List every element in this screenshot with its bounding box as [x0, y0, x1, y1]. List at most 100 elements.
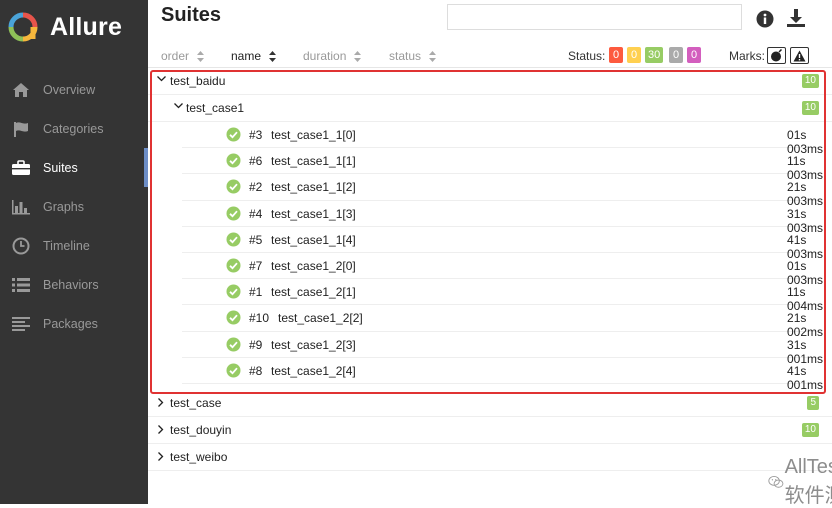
test-index: 2	[787, 311, 794, 326]
nav-item-overview[interactable]: Overview	[0, 70, 148, 109]
test-name: test_case1_2[4]	[271, 363, 356, 378]
status-skipped-badge[interactable]: 0	[669, 47, 683, 63]
sort-status[interactable]: status	[389, 49, 437, 63]
sort-label: name	[231, 49, 262, 63]
test-case-row[interactable]: #5 test_case1_1[4] 41s 003ms	[182, 227, 823, 261]
count-badge: 10	[801, 101, 819, 115]
sort-order[interactable]: order	[161, 49, 205, 63]
chevron-right-icon	[158, 424, 164, 434]
chevron-down-icon	[157, 76, 166, 82]
test-case-row[interactable]: #3 test_case1_1[0] 01s 003ms	[182, 122, 823, 156]
sort-name[interactable]: name	[231, 49, 277, 63]
count-badge: 10	[801, 422, 819, 437]
count-badge: 10	[801, 74, 819, 88]
passed-check-icon	[226, 363, 241, 378]
nav-label: Suites	[43, 160, 78, 175]
suite-row[interactable]: test_weibo	[148, 444, 832, 471]
test-number: #6	[249, 154, 263, 169]
test-index: 3	[787, 337, 794, 352]
test-case-row[interactable]: #6 test_case1_1[1] 11s 003ms	[182, 148, 823, 182]
align-left-icon	[11, 315, 31, 333]
nav-item-behaviors[interactable]: Behaviors	[0, 265, 148, 304]
bar-chart-icon	[11, 198, 31, 216]
test-number: #3	[249, 128, 263, 142]
sort-arrows-icon	[269, 50, 277, 62]
suite-row[interactable]: test_baidu 10	[148, 68, 832, 95]
test-case-row[interactable]: #9 test_case1_2[3] 31s 001ms	[182, 332, 823, 366]
suite-row[interactable]: test_case1 10	[148, 95, 832, 122]
status-filter-label: Status:	[568, 49, 606, 63]
test-index: 0	[787, 128, 794, 142]
test-name: test_case1_2[1]	[271, 285, 356, 300]
test-case-row[interactable]: #4 test_case1_1[3] 31s 003ms	[182, 201, 823, 235]
sort-label: order	[161, 49, 190, 63]
nav-item-suites[interactable]: Suites	[0, 148, 148, 187]
status-passed-badge[interactable]: 30	[645, 47, 664, 63]
passed-check-icon	[226, 179, 241, 194]
test-name: test_case1_2[3]	[271, 337, 356, 352]
download-icon[interactable]	[786, 8, 806, 33]
test-name: test_case1_1[1]	[271, 154, 356, 169]
nav-label: Packages	[43, 316, 98, 331]
watermark: AllTests软件测试	[768, 456, 832, 508]
chevron-right-icon	[158, 451, 164, 461]
test-case-row[interactable]: #10 test_case1_2[2] 21s 002ms	[182, 305, 823, 339]
suite-row[interactable]: test_douyin 10	[148, 417, 832, 444]
list-icon	[11, 276, 31, 294]
nav-label: Categories	[43, 121, 104, 136]
status-unknown-badge[interactable]: 0	[687, 47, 701, 63]
test-name: test_case1_1[0]	[271, 128, 356, 142]
test-number: #8	[249, 363, 263, 378]
test-number: #10	[249, 311, 270, 326]
passed-check-icon	[226, 232, 241, 247]
search-input[interactable]	[447, 4, 742, 30]
test-name: test_case1_1[3]	[271, 206, 356, 221]
sidebar: Allure Overview Categories Suites Graphs…	[0, 0, 148, 504]
nav-label: Timeline	[43, 238, 90, 253]
test-duration: 41s 001ms	[787, 364, 823, 392]
info-icon[interactable]	[756, 10, 774, 33]
app-name: Allure	[50, 12, 123, 41]
status-failed-badge[interactable]: 0	[609, 47, 623, 63]
test-case-row[interactable]: #1 test_case1_2[1] 11s 004ms	[182, 279, 823, 313]
test-number: #9	[249, 337, 263, 352]
sort-arrows-icon	[354, 50, 362, 62]
nav-item-timeline[interactable]: Timeline	[0, 226, 148, 265]
passed-check-icon	[226, 206, 241, 221]
flaky-icon[interactable]	[767, 47, 786, 64]
test-case-row[interactable]: #8 test_case1_2[4] 41s 001ms	[182, 358, 823, 392]
test-number: #2	[249, 180, 263, 195]
suite-name: test_douyin	[170, 422, 232, 437]
watermark-text: AllTests软件测试	[784, 456, 832, 507]
suites-tree: test_baidu 10 test_case1 10 #3 test_case1…	[148, 68, 832, 471]
suite-row[interactable]: test_case 5	[148, 390, 832, 417]
test-number: #7	[249, 258, 263, 273]
warning-icon[interactable]	[790, 47, 809, 64]
test-case-row[interactable]: #7 test_case1_2[0] 01s 003ms	[182, 253, 823, 287]
page-title: Suites	[161, 4, 222, 26]
nav-item-graphs[interactable]: Graphs	[0, 187, 148, 226]
clock-icon	[11, 237, 31, 255]
briefcase-icon	[11, 159, 31, 177]
test-index: 0	[787, 258, 794, 273]
nav-item-packages[interactable]: Packages	[0, 304, 148, 343]
nav-label: Behaviors	[43, 277, 99, 292]
test-index: 2	[787, 180, 794, 195]
suite-name: test_baidu	[170, 74, 226, 88]
nav-item-categories[interactable]: Categories	[0, 109, 148, 148]
suite-name: test_weibo	[170, 449, 228, 464]
test-case-row[interactable]: #2 test_case1_1[2] 21s 003ms	[182, 174, 823, 208]
test-index: 3	[787, 206, 794, 221]
suite-name: test_case1	[186, 101, 245, 115]
test-index: 4	[787, 232, 794, 247]
passed-check-icon	[226, 258, 241, 273]
home-icon	[11, 81, 31, 99]
main-panel: Suites order name duration status Status…	[148, 0, 832, 507]
sort-bar: order name duration status Status: 0 0 3…	[148, 44, 832, 68]
chevron-down-icon	[174, 103, 183, 109]
test-name: test_case1_2[0]	[271, 258, 356, 273]
sort-label: duration	[303, 49, 347, 63]
sort-duration[interactable]: duration	[303, 49, 362, 63]
brand[interactable]: Allure	[8, 8, 122, 46]
status-broken-badge[interactable]: 0	[627, 47, 641, 63]
